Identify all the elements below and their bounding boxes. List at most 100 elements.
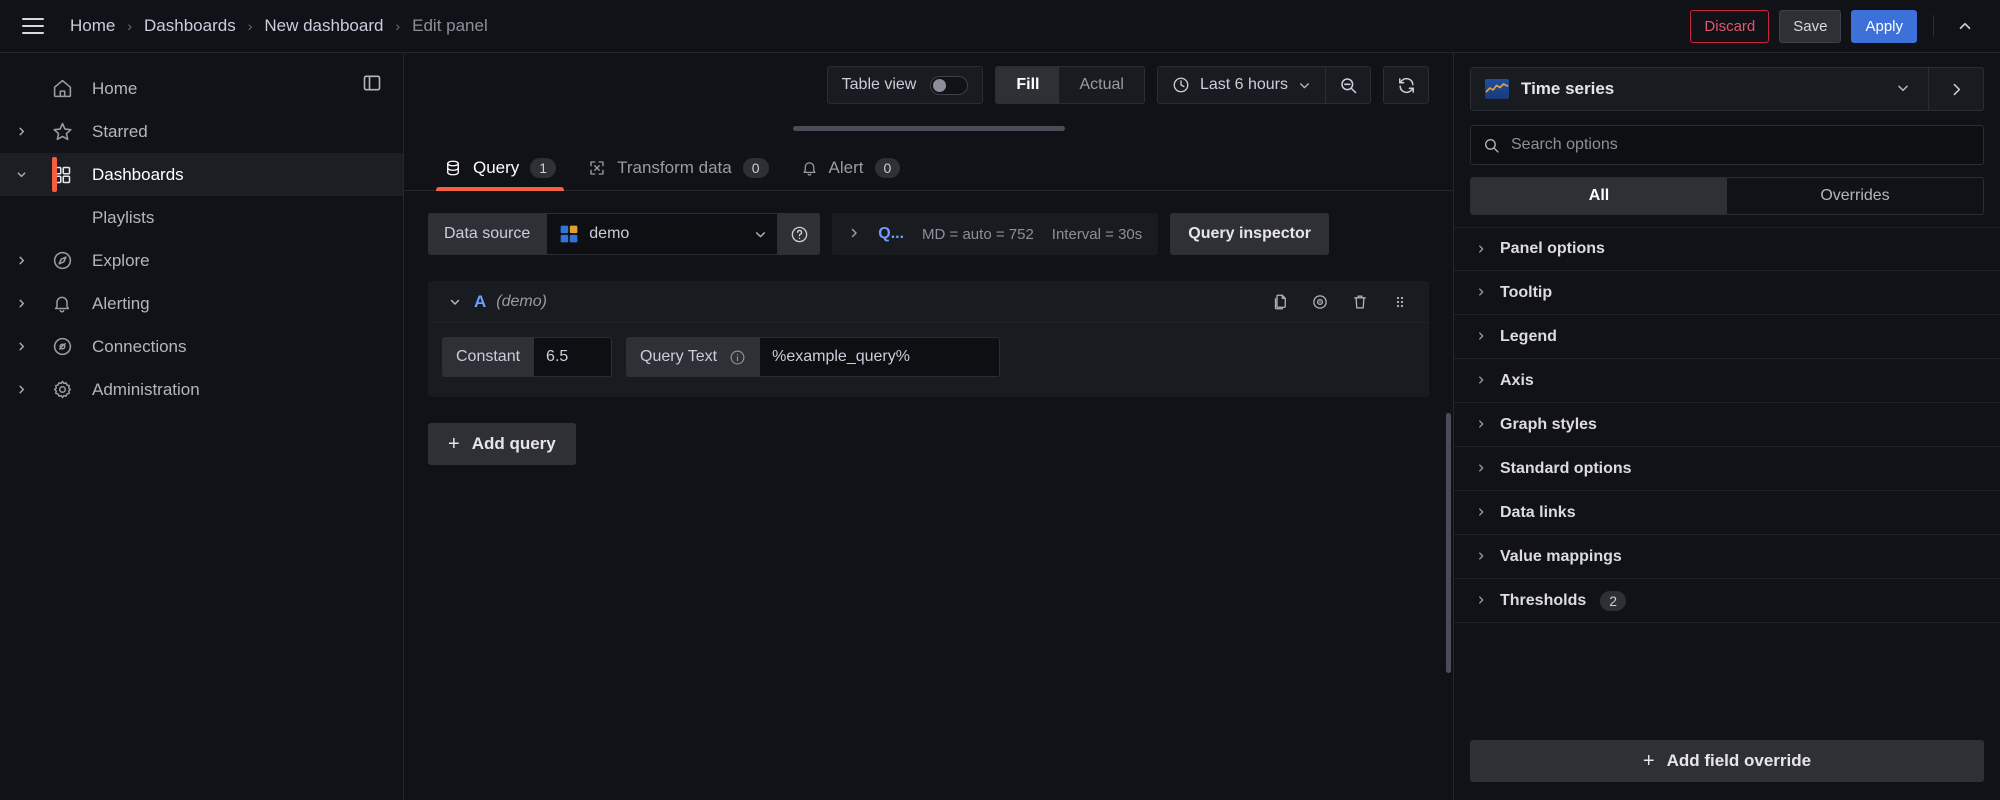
option-section-legend[interactable]: Legend [1454, 315, 2000, 359]
query-options-collapsible[interactable]: Q... MD = auto = 752 Interval = 30s [832, 213, 1158, 255]
sidebar-item-administration[interactable]: Administration [0, 368, 403, 411]
add-override-wrapper: + Add field override [1454, 726, 2000, 800]
option-section-value-mappings[interactable]: Value mappings [1454, 535, 2000, 579]
options-sections-list: Panel options Tooltip Legend Axis Graph … [1454, 227, 2000, 726]
hide-response-eye-icon[interactable] [1305, 287, 1335, 317]
breadcrumb-separator-icon: › [238, 18, 263, 34]
chevron-down-icon[interactable] [0, 169, 42, 180]
app-body: Home Starred Dashboards [0, 53, 2000, 800]
tab-all[interactable]: All [1471, 178, 1727, 214]
sidebar-item-home[interactable]: Home [0, 67, 403, 110]
refresh-icon[interactable] [1383, 66, 1429, 104]
breadcrumb-item-dashboards[interactable]: Dashboards [142, 16, 238, 36]
remove-query-trash-icon[interactable] [1345, 287, 1375, 317]
chevron-right-icon[interactable] [1929, 68, 1983, 110]
query-area-scrollbar[interactable] [1446, 413, 1451, 673]
query-text-input[interactable]: %example_query% [760, 337, 1000, 377]
option-section-graph-styles[interactable]: Graph styles [1454, 403, 2000, 447]
hamburger-menu-icon[interactable] [16, 9, 50, 43]
options-search-box[interactable] [1470, 125, 1984, 165]
chevron-right-icon [848, 227, 860, 242]
visualization-select-button[interactable]: Time series [1471, 68, 1928, 110]
plus-icon: + [448, 434, 460, 454]
duplicate-query-icon[interactable] [1265, 287, 1295, 317]
search-input[interactable] [1511, 136, 1971, 154]
bell-icon [42, 294, 82, 314]
help-circle-icon[interactable] [778, 213, 820, 255]
fill-mode-button[interactable]: Fill [996, 67, 1059, 103]
sidebar-item-explore[interactable]: Explore [0, 239, 403, 282]
breadcrumb-separator-icon: › [117, 18, 142, 34]
query-options-title: Q... [878, 225, 904, 243]
tab-transform-data[interactable]: Transform data 0 [572, 158, 784, 190]
visualization-picker: Time series [1470, 67, 1984, 111]
breadcrumb-item-home[interactable]: Home [68, 16, 117, 36]
database-icon [444, 159, 462, 177]
option-section-panel-options[interactable]: Panel options [1454, 227, 2000, 271]
query-inspector-button[interactable]: Query inspector [1170, 213, 1329, 255]
chevron-right-icon[interactable] [0, 384, 42, 395]
gear-icon [42, 379, 82, 400]
info-circle-icon[interactable] [729, 349, 746, 366]
time-range-button[interactable]: Last 6 hours [1158, 67, 1325, 103]
time-range-label: Last 6 hours [1200, 76, 1288, 94]
breadcrumb-item-edit-panel: Edit panel [410, 16, 490, 36]
sidebar-item-connections[interactable]: Connections [0, 325, 403, 368]
actual-mode-button[interactable]: Actual [1059, 67, 1143, 103]
option-section-label: Legend [1500, 328, 1557, 346]
option-section-standard-options[interactable]: Standard options [1454, 447, 2000, 491]
sidebar-item-label: Dashboards [82, 165, 184, 185]
tab-label: Alert [829, 158, 864, 178]
constant-input[interactable]: 6.5 [534, 337, 612, 377]
tab-overrides[interactable]: Overrides [1727, 178, 1983, 214]
query-datasource-note: (demo) [496, 293, 547, 311]
datasource-select[interactable]: demo [546, 213, 778, 255]
sidebar-item-dashboards[interactable]: Dashboards [0, 153, 403, 196]
chevron-right-icon[interactable] [0, 341, 42, 352]
add-query-button[interactable]: + Add query [428, 423, 576, 465]
toggle-knob [933, 79, 946, 92]
tab-alert[interactable]: Alert 0 [785, 158, 917, 190]
option-section-axis[interactable]: Axis [1454, 359, 2000, 403]
options-filter-tabs: All Overrides [1470, 177, 1984, 215]
chevron-right-icon [1476, 593, 1486, 608]
tab-query[interactable]: Query 1 [428, 158, 572, 190]
sidebar-item-starred[interactable]: Starred [0, 110, 403, 153]
sidebar-item-alerting[interactable]: Alerting [0, 282, 403, 325]
option-section-tooltip[interactable]: Tooltip [1454, 271, 2000, 315]
table-view-switch[interactable] [930, 76, 968, 95]
breadcrumb-separator-icon: › [385, 18, 410, 34]
chevron-right-icon[interactable] [0, 298, 42, 309]
add-field-override-label: Add field override [1667, 751, 1812, 771]
top-bar-actions: Discard Save Apply [1690, 10, 1980, 43]
option-section-data-links[interactable]: Data links [1454, 491, 2000, 535]
tab-label: Transform data [617, 158, 732, 178]
panel-fit-mode-group: Fill Actual [995, 66, 1145, 104]
chevron-right-icon[interactable] [0, 126, 42, 137]
query-row-actions [1265, 287, 1415, 317]
chevron-down-icon [1896, 81, 1914, 98]
zoom-out-icon[interactable] [1326, 67, 1370, 103]
discard-button[interactable]: Discard [1690, 10, 1769, 43]
max-data-points-info: MD = auto = 752 [922, 226, 1034, 243]
clock-icon [1172, 76, 1190, 94]
datasource-label: Data source [428, 213, 546, 255]
compass-icon [42, 250, 82, 271]
panel-resize-handle[interactable] [793, 126, 1065, 131]
apply-button[interactable]: Apply [1851, 10, 1917, 43]
save-button[interactable]: Save [1779, 10, 1841, 43]
option-section-label: Axis [1500, 372, 1534, 390]
chevron-up-icon[interactable] [1950, 11, 1980, 41]
query-ref-id[interactable]: A [468, 292, 496, 312]
grafana-edit-panel-app: Home › Dashboards › New dashboard › Edit… [0, 0, 2000, 800]
panel-options-pane: Time series All [1453, 53, 2000, 800]
chevron-right-icon[interactable] [0, 255, 42, 266]
option-section-thresholds[interactable]: Thresholds 2 [1454, 579, 2000, 623]
chevron-down-icon [754, 228, 767, 241]
add-field-override-button[interactable]: + Add field override [1470, 740, 1984, 782]
drag-handle-icon[interactable] [1385, 287, 1415, 317]
sidebar-item-playlists[interactable]: Playlists [0, 196, 403, 239]
chevron-down-icon[interactable] [442, 296, 468, 308]
table-view-toggle[interactable]: Table view [827, 66, 984, 104]
breadcrumb-item-new-dashboard[interactable]: New dashboard [262, 16, 385, 36]
